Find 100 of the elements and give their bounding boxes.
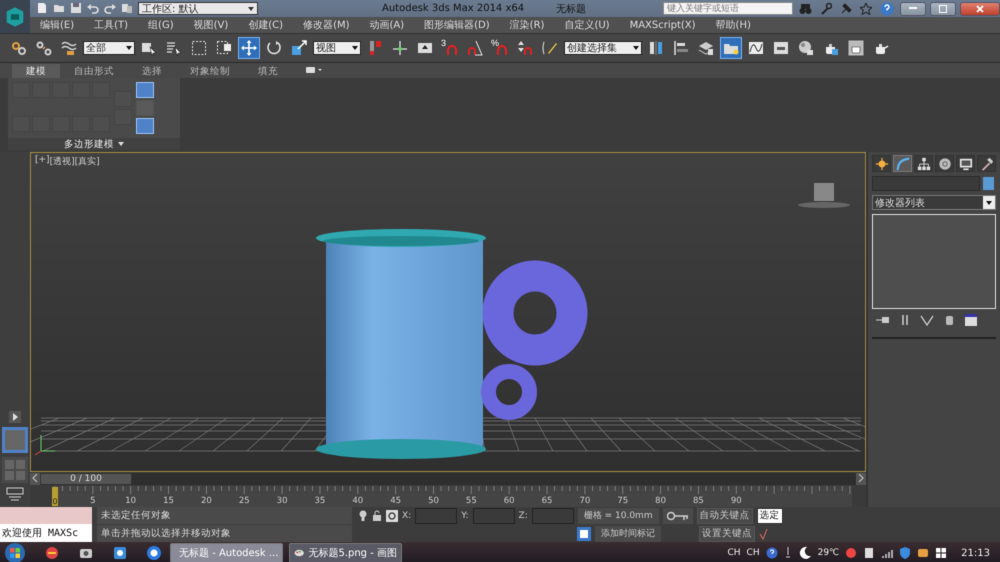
schematic-box-icon bbox=[773, 40, 789, 56]
time-tag-label[interactable]: 添加时间标记 bbox=[595, 526, 661, 542]
menu-item[interactable]: 视图(V) bbox=[184, 18, 238, 32]
menu-item[interactable]: 修改器(M) bbox=[293, 18, 360, 32]
dashed-rectangle-icon bbox=[191, 40, 207, 56]
axis-cross-icon bbox=[392, 40, 408, 56]
sun-tab-icon[interactable] bbox=[872, 155, 891, 172]
unique-icon[interactable] bbox=[920, 313, 934, 327]
coordinate-field[interactable] bbox=[532, 508, 574, 524]
start-button[interactable] bbox=[4, 542, 28, 562]
view-cube-icon[interactable] bbox=[798, 183, 850, 208]
rotate-icon bbox=[266, 40, 282, 56]
dropdown[interactable]: 视图 bbox=[313, 41, 361, 55]
frame-number: 5 bbox=[90, 496, 96, 506]
shield-icon[interactable] bbox=[845, 547, 858, 559]
menu-item[interactable]: 自定义(U) bbox=[554, 18, 620, 32]
menu-item[interactable]: 组(G) bbox=[138, 18, 184, 32]
windows-logo-icon[interactable] bbox=[935, 547, 948, 559]
help-icon[interactable] bbox=[766, 547, 778, 559]
time-tag-icon[interactable] bbox=[577, 526, 591, 540]
viewport[interactable]: [+][透视][真实] bbox=[30, 152, 866, 472]
viewport-label[interactable]: [+] bbox=[35, 155, 50, 168]
ribbon-tab[interactable]: 自由形式 bbox=[60, 64, 128, 78]
menu-item[interactable]: 帮助(H) bbox=[706, 18, 761, 32]
modifier-list-dropdown[interactable]: 修改器列表 bbox=[872, 195, 996, 210]
bulb-icon[interactable] bbox=[358, 510, 368, 522]
caret-icon[interactable] bbox=[118, 142, 124, 146]
configure-sets-icon[interactable] bbox=[964, 313, 978, 327]
color-swatch[interactable] bbox=[983, 177, 994, 190]
move-arrows-tool-button[interactable] bbox=[238, 37, 260, 59]
angle-snap-icon bbox=[467, 40, 483, 56]
close-icon bbox=[976, 4, 984, 12]
script-input-field[interactable] bbox=[0, 507, 92, 524]
signal-icon[interactable] bbox=[881, 547, 894, 559]
expand-arrow-icon[interactable] bbox=[9, 411, 21, 423]
dropdown[interactable]: 全部 bbox=[83, 41, 135, 55]
time-slider-thumb[interactable]: 0 / 100 bbox=[40, 473, 132, 485]
menu-item[interactable]: 图形编辑器(D) bbox=[414, 18, 500, 32]
undo-icon[interactable] bbox=[87, 2, 100, 15]
ribbon-tab[interactable]: 选择 bbox=[128, 64, 176, 78]
mirror-icon bbox=[648, 40, 664, 56]
lock-icon[interactable] bbox=[372, 510, 382, 522]
auto-key-button[interactable]: 自动关键点 bbox=[696, 508, 753, 524]
toggle-button[interactable] bbox=[136, 82, 154, 98]
chat-icon[interactable] bbox=[917, 547, 930, 559]
folder-bulb-tool-button[interactable] bbox=[720, 37, 742, 59]
percent-snap-tool-button[interactable]: % bbox=[489, 37, 511, 59]
axis-label: Z: bbox=[518, 510, 528, 520]
menu-item[interactable]: 创建(C) bbox=[238, 18, 294, 32]
globe-app-icon[interactable] bbox=[146, 545, 164, 561]
key-filter-icon[interactable] bbox=[6, 487, 24, 501]
clock[interactable]: 21:13 bbox=[961, 548, 990, 558]
coordinate-field[interactable] bbox=[472, 508, 515, 524]
language-indicator[interactable]: CH bbox=[727, 548, 741, 558]
menu-item[interactable]: 渲染(R) bbox=[500, 18, 554, 32]
menu-item[interactable]: 工具(T) bbox=[84, 18, 138, 32]
device-icon[interactable] bbox=[863, 547, 876, 559]
next-frame-icon[interactable] bbox=[856, 473, 866, 485]
workspace-dropdown[interactable]: 工作区: 默认 bbox=[138, 2, 258, 15]
app-logo-icon[interactable] bbox=[0, 0, 30, 33]
save-icon[interactable] bbox=[70, 2, 83, 15]
menu-item[interactable]: 动画(A) bbox=[360, 18, 414, 32]
gear-icon[interactable] bbox=[386, 510, 398, 522]
menu-item[interactable]: 编辑(E) bbox=[30, 18, 84, 32]
maximize-button[interactable] bbox=[930, 2, 956, 16]
disc-tab-icon[interactable] bbox=[935, 155, 954, 172]
hierarchy-tab-icon[interactable] bbox=[914, 155, 933, 172]
dropdown[interactable]: 创建选择集 bbox=[564, 41, 642, 55]
monitor-tab-icon[interactable] bbox=[956, 155, 975, 172]
coordinate-field[interactable] bbox=[415, 508, 458, 524]
taskbar-task[interactable]: 无标题 - Autodesk ... bbox=[170, 543, 283, 562]
ribbon-tab[interactable]: 建模 bbox=[12, 64, 60, 78]
toggle-button[interactable] bbox=[136, 118, 154, 134]
check-shield-icon[interactable] bbox=[899, 547, 912, 559]
viewport-label[interactable]: [透视] bbox=[50, 155, 75, 168]
snap-magnet-tool-button[interactable]: 3 bbox=[439, 37, 461, 59]
menu-item[interactable]: MAXScript(X) bbox=[620, 20, 706, 30]
redo-icon[interactable] bbox=[104, 2, 117, 15]
language-indicator[interactable]: CH bbox=[746, 548, 760, 558]
current-frame-marker[interactable]: 0 bbox=[52, 487, 58, 506]
minimize-button[interactable] bbox=[900, 2, 926, 16]
star-icon[interactable] bbox=[858, 2, 874, 14]
project-folder-icon[interactable] bbox=[121, 2, 134, 15]
open-folder-icon[interactable] bbox=[53, 2, 66, 15]
modifier-stack[interactable] bbox=[872, 214, 996, 309]
search-field[interactable]: 键入关键字或短语 bbox=[663, 2, 793, 15]
ribbon-tab[interactable]: 填充 bbox=[244, 64, 292, 78]
taskbar-task[interactable]: 无标题5.png - 画图 bbox=[289, 543, 402, 562]
script-output-field[interactable]: 欢迎使用 MAXSc bbox=[0, 524, 92, 542]
key-filter-dropdown[interactable]: 选定 bbox=[756, 508, 783, 524]
new-file-icon[interactable] bbox=[36, 2, 49, 15]
key-icon[interactable] bbox=[662, 508, 693, 524]
close-button[interactable] bbox=[960, 2, 1000, 16]
previous-frame-icon[interactable] bbox=[30, 473, 40, 485]
object-name-field[interactable] bbox=[872, 176, 980, 191]
set-key-button[interactable]: 设置关键点 bbox=[699, 526, 755, 542]
hammer-tab-icon[interactable] bbox=[977, 155, 996, 172]
viewport-label[interactable]: [真实] bbox=[74, 155, 100, 168]
ribbon-tab[interactable]: 对象绘制 bbox=[176, 64, 244, 78]
binoculars-icon[interactable] bbox=[797, 2, 814, 14]
